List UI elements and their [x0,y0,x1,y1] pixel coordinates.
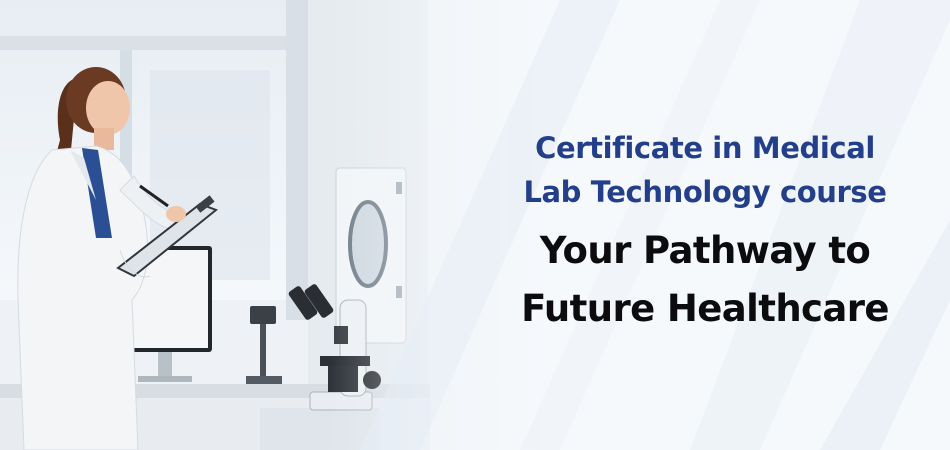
course-title-line-2: Lab Technology course [523,175,887,209]
tagline: Your Pathway to Future Healthcare [480,222,930,338]
tagline-line-2: Future Healthcare [521,287,889,330]
course-title: Certificate in Medical Lab Technology co… [480,126,930,214]
tagline-line-1: Your Pathway to [539,229,871,272]
course-title-line-1: Certificate in Medical [535,131,875,165]
banner-headline: Certificate in Medical Lab Technology co… [480,126,930,338]
course-banner: Certificate in Medical Lab Technology co… [0,0,950,450]
